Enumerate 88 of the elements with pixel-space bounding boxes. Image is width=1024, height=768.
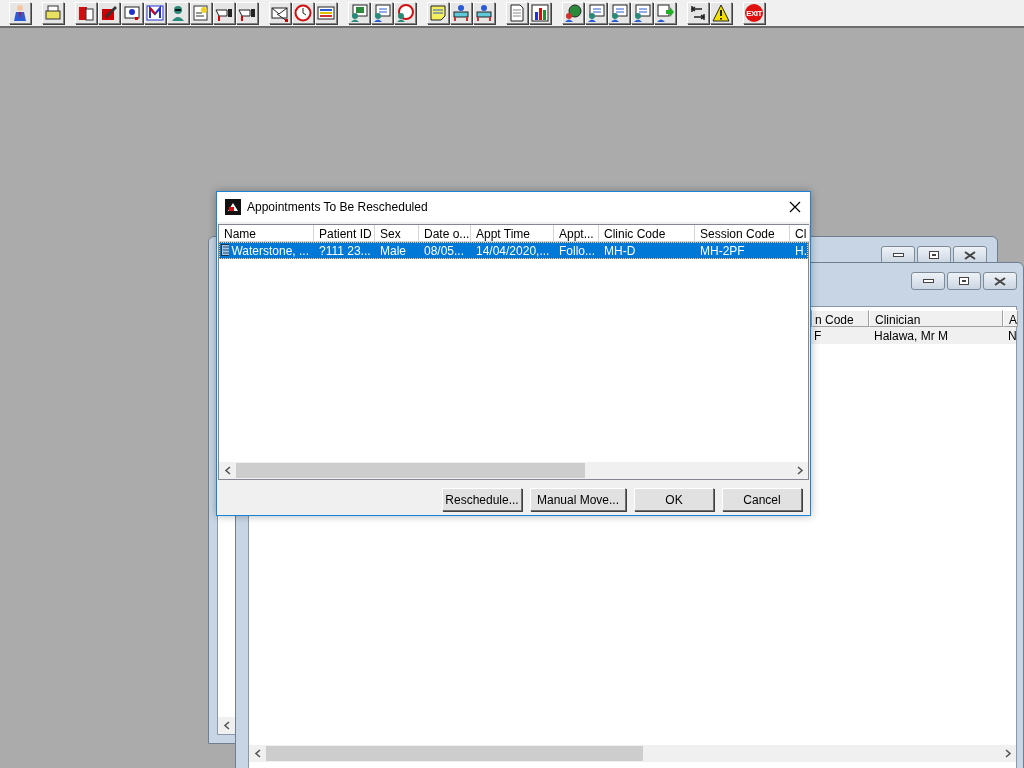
card-icon (123, 4, 141, 22)
list-cell-text: H. (794, 242, 808, 259)
doctor-icon (169, 4, 187, 22)
scrollbar-thumb[interactable] (266, 746, 643, 761)
column-header[interactable]: Patient ID (314, 225, 375, 242)
maximize-button[interactable] (947, 272, 981, 290)
form-arrow-icon (656, 4, 674, 22)
table-cell-text: N (1007, 327, 1018, 344)
column-header[interactable]: Appt... (554, 225, 599, 242)
column-header[interactable]: n Code (812, 310, 869, 327)
list-cell: Waterstone, ... (231, 243, 309, 258)
maximize-icon (959, 277, 969, 285)
scroll-right-icon (795, 466, 804, 475)
toolbar-button[interactable] (687, 2, 709, 24)
envelope-icon (271, 4, 289, 22)
minimize-button[interactable] (911, 272, 945, 290)
dialog-button[interactable]: Cancel (722, 488, 802, 511)
list-cell-text: 08/05... (423, 242, 466, 259)
column-header[interactable]: Clinic Code (599, 225, 695, 242)
toolbar-button[interactable] (121, 2, 143, 24)
minimize-icon (922, 279, 934, 283)
form-person-icon (633, 4, 651, 22)
dialog-title: Appointments To Be Rescheduled (247, 200, 429, 214)
toolbar-button[interactable] (269, 2, 291, 24)
close-button[interactable] (983, 272, 1017, 290)
dialog-button[interactable]: Reschedule... (442, 488, 522, 511)
list-cell-text: MH-D (603, 242, 637, 259)
column-header[interactable]: Date o... (419, 225, 471, 242)
toolbar-button[interactable]: EXIT (743, 2, 765, 24)
scroll-left-icon (253, 749, 262, 758)
book-icon (77, 4, 95, 22)
column-header[interactable]: Name (219, 225, 314, 242)
scrollbar-thumb[interactable] (236, 463, 585, 478)
mail-icon (146, 4, 164, 22)
document-icon (508, 4, 526, 22)
list-cell-text: ?111 23... (318, 242, 372, 259)
indent-arrows-icon (689, 4, 707, 22)
list-cell-text: MH-2PF (699, 242, 746, 259)
app-icon (225, 199, 241, 215)
sticky-note-icon (429, 4, 447, 22)
form-person-icon (373, 4, 391, 22)
toolbar-button[interactable] (710, 2, 732, 24)
column-header[interactable]: A (1003, 310, 1018, 327)
toolbar-button[interactable] (98, 2, 120, 24)
list-cell-text: Follo... (558, 242, 596, 259)
column-header[interactable]: Clinician (869, 310, 1003, 327)
person-icon (11, 4, 29, 22)
clock-icon (294, 4, 312, 22)
bar-chart-icon (531, 4, 549, 22)
column-header[interactable]: Appt Time (471, 225, 554, 242)
minimize-icon (892, 253, 904, 257)
note-icon (192, 4, 210, 22)
list-row[interactable]: Waterstone, ... ?111 23... Male 08/05... 14/04/2020,... Follo... MH-D MH-2PF H. (219, 242, 808, 259)
dialog-button[interactable]: OK (634, 488, 714, 511)
scroll-right-icon (1003, 749, 1012, 758)
close-icon (994, 276, 1006, 286)
close-icon (789, 201, 801, 213)
toolbar-button[interactable] (167, 2, 189, 24)
printer-icon (44, 4, 62, 22)
list-icon (317, 4, 335, 22)
scroll-left-icon (222, 721, 231, 730)
warning-icon (712, 4, 730, 22)
appointment-icon (221, 243, 230, 258)
form-person-icon (610, 4, 628, 22)
horizontal-scrollbar[interactable] (249, 745, 1016, 762)
dialog-button[interactable]: Manual Move... (530, 488, 626, 511)
horizontal-scrollbar[interactable] (219, 462, 808, 479)
toolbar-button[interactable] (529, 2, 551, 24)
form-person-icon (587, 4, 605, 22)
maximize-icon (929, 251, 939, 259)
scroll-left-icon (223, 466, 232, 475)
bed-icon (452, 4, 470, 22)
close-icon (964, 250, 976, 260)
list-cell-text: Male (379, 242, 407, 259)
table-cell-text: F (813, 327, 823, 344)
globe-person-icon (564, 4, 582, 22)
toolbar-button[interactable] (562, 2, 584, 24)
pen-paper-icon (100, 4, 118, 22)
list-cell-text: 14/04/2020,... (475, 242, 551, 259)
toolbar-button[interactable] (75, 2, 97, 24)
toolbar-button[interactable] (144, 2, 166, 24)
toolbar-button[interactable] (9, 2, 31, 24)
column-header[interactable]: Session Code (695, 225, 790, 242)
column-header[interactable]: Cl (790, 225, 810, 242)
column-header[interactable]: Sex (375, 225, 419, 242)
monitor-person-icon (350, 4, 368, 22)
table-cell-text: Halawa, Mr M (873, 327, 949, 344)
bed-icon (475, 4, 493, 22)
